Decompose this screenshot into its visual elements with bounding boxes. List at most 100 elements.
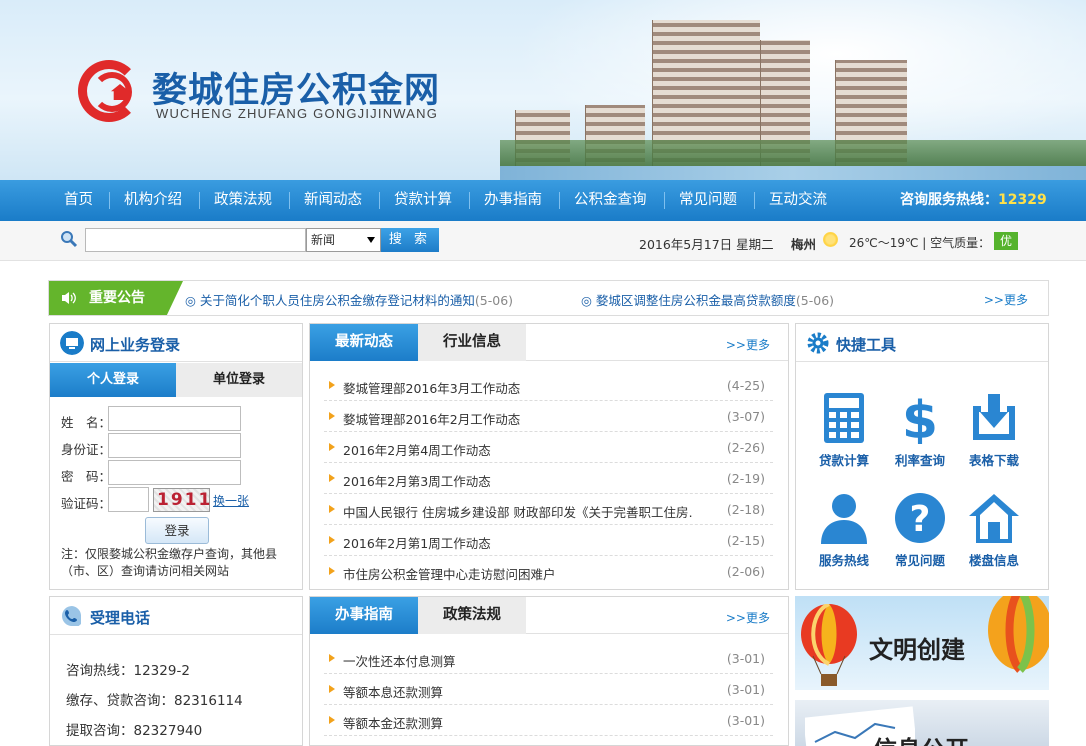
login-button[interactable]: 登录 bbox=[145, 517, 209, 544]
search-bar: 新闻 搜 索 2016年5月17日 星期二 梅州 26℃～19℃ | 空气质量：… bbox=[0, 221, 1086, 261]
nav-guide[interactable]: 办事指南 bbox=[484, 180, 542, 221]
info-disclosure-banner[interactable]: 信息公开 bbox=[795, 700, 1049, 746]
search-scope-select[interactable]: 新闻 bbox=[306, 228, 381, 252]
news-panel: 最新动态 行业信息 >>更多 婺城管理部2016年3月工作动态 (4-25) 婺城… bbox=[309, 323, 789, 590]
captcha-label: 验证码： bbox=[61, 496, 112, 511]
arrow-icon bbox=[329, 474, 335, 482]
arrow-icon bbox=[329, 505, 335, 513]
tab-unit-login[interactable]: 单位登录 bbox=[176, 363, 302, 397]
login-title: 网上业务登录 bbox=[90, 336, 181, 354]
tab-industry-info[interactable]: 行业信息 bbox=[418, 324, 526, 361]
header-banner: 婺城住房公积金网 WUCHENG ZHUFANG GONGJIJINWANG bbox=[0, 0, 1086, 180]
info-disclosure-title: 信息公开 bbox=[873, 730, 969, 746]
civilization-title: 文明创建 bbox=[869, 636, 965, 664]
guide-item[interactable]: 等额本息还款测算 (3-01) bbox=[324, 674, 773, 705]
civilization-banner[interactable]: 文明创建 bbox=[795, 596, 1049, 690]
weather-temp: 26℃～19℃ | 空气质量： bbox=[849, 236, 991, 250]
news-more-link[interactable]: >>更多 bbox=[726, 336, 770, 353]
house-icon bbox=[969, 494, 1019, 543]
name-label: 姓 名： bbox=[61, 415, 112, 430]
captcha-field[interactable] bbox=[108, 487, 149, 512]
arrow-icon bbox=[329, 381, 335, 389]
search-button[interactable]: 搜 索 bbox=[381, 228, 439, 252]
news-item[interactable]: 婺城管理部2016年2月工作动态 (3-07) bbox=[324, 401, 773, 432]
arrow-icon bbox=[329, 536, 335, 544]
guide-more-link[interactable]: >>更多 bbox=[726, 609, 770, 626]
nav-faq[interactable]: 常见问题 bbox=[679, 180, 737, 221]
login-panel: 网上业务登录 个人登录 单位登录 姓 名： 身份证： 密 码： 验证码： 191… bbox=[49, 323, 303, 590]
notice-item[interactable]: ◎ 婺城区调整住房公积金最高贷款额度(5-06) bbox=[581, 290, 834, 309]
login-tabs: 个人登录 单位登录 bbox=[50, 363, 302, 397]
password-field[interactable] bbox=[108, 460, 241, 485]
tool-faq[interactable]: ? 常见问题 bbox=[885, 492, 955, 569]
monitor-icon bbox=[60, 331, 84, 355]
guide-item[interactable]: 等额本金还款测算 (3-01) bbox=[324, 705, 773, 736]
nav-loan-calc[interactable]: 贷款计算 bbox=[394, 180, 452, 221]
guide-item[interactable]: 一次性还本付息测算 (3-01) bbox=[324, 643, 773, 674]
captcha-image[interactable]: 1911 bbox=[153, 488, 210, 512]
main-nav: 首页 机构介绍 政策法规 新闻动态 贷款计算 办事指南 公积金查询 常见问题 互… bbox=[0, 180, 1086, 221]
nav-home[interactable]: 首页 bbox=[64, 180, 93, 221]
question-icon: ? bbox=[895, 493, 945, 543]
nav-query[interactable]: 公积金查询 bbox=[574, 180, 647, 221]
guide-tabs: 办事指南 政策法规 >>更多 bbox=[310, 597, 788, 634]
phone-title: 受理电话 bbox=[90, 609, 151, 627]
user-icon bbox=[821, 494, 867, 544]
sun-icon bbox=[823, 232, 838, 247]
arrow-icon bbox=[329, 567, 335, 575]
phone-line: 缴存、贷款咨询：82316114 bbox=[66, 693, 243, 709]
password-label: 密 码： bbox=[61, 469, 112, 484]
phone-line: 咨询热线：12329-2 bbox=[66, 663, 190, 679]
tool-rate-query[interactable]: $ 利率查询 bbox=[885, 392, 955, 469]
news-item[interactable]: 市住房公积金管理中心走访慰问困难户 (2-06) bbox=[324, 556, 773, 587]
balloon-icon bbox=[801, 604, 857, 686]
tool-form-download[interactable]: 表格下载 bbox=[959, 392, 1029, 469]
arrow-icon bbox=[329, 412, 335, 420]
captcha-refresh-link[interactable]: 换一张 bbox=[213, 492, 249, 509]
tool-property-info[interactable]: 楼盘信息 bbox=[959, 492, 1029, 569]
tab-personal-login[interactable]: 个人登录 bbox=[50, 363, 176, 397]
nav-about[interactable]: 机构介绍 bbox=[124, 180, 182, 221]
download-icon bbox=[973, 394, 1015, 440]
quick-tools-title: 快捷工具 bbox=[836, 336, 897, 354]
quick-tools-panel: 快捷工具 贷款计算 $ 利率查询 表格下载 服务热线 ? 常见问题 楼盘信息 bbox=[795, 323, 1049, 590]
login-note: 注：仅限婺城公积金缴存户查询，其他县（市、区）查询请访问相关网站 bbox=[61, 547, 278, 578]
tab-guide[interactable]: 办事指南 bbox=[310, 597, 418, 634]
tab-policy[interactable]: 政策法规 bbox=[418, 597, 526, 634]
notice-more-link[interactable]: >>更多 bbox=[984, 291, 1028, 308]
arrow-icon bbox=[329, 654, 335, 662]
name-field[interactable] bbox=[108, 406, 241, 431]
arrow-icon bbox=[329, 443, 335, 451]
current-date: 2016年5月17日 星期二 bbox=[639, 237, 774, 252]
dollar-icon: $ bbox=[902, 392, 938, 444]
tab-latest-news[interactable]: 最新动态 bbox=[310, 324, 418, 361]
speaker-icon bbox=[62, 292, 76, 304]
nav-interact[interactable]: 互动交流 bbox=[769, 180, 827, 221]
news-tabs: 最新动态 行业信息 >>更多 bbox=[310, 324, 788, 361]
notice-bar: 重要公告 ◎ 关于简化个职人员住房公积金缴存登记材料的通知(5-06) ◎ 婺城… bbox=[48, 280, 1049, 316]
news-item[interactable]: 2016年2月第3周工作动态 (2-19) bbox=[324, 463, 773, 494]
svg-text:?: ? bbox=[910, 499, 931, 540]
news-item[interactable]: 中国人民银行 住房城乡建设部 财政部印发《关于完善职工住房… (2-18) bbox=[324, 494, 773, 525]
arrow-icon bbox=[329, 685, 335, 693]
tool-service-hotline[interactable]: 服务热线 bbox=[809, 492, 879, 569]
guide-panel: 办事指南 政策法规 >>更多 一次性还本付息测算 (3-01) 等额本息还款测算(… bbox=[309, 596, 789, 746]
nav-policy[interactable]: 政策法规 bbox=[214, 180, 272, 221]
id-number-field[interactable] bbox=[108, 433, 241, 458]
phone-icon bbox=[62, 606, 82, 626]
balloon-icon bbox=[988, 596, 1049, 673]
arrow-icon bbox=[329, 716, 335, 724]
news-item[interactable]: 2016年2月第1周工作动态 (2-15) bbox=[324, 525, 773, 556]
search-icon bbox=[61, 231, 78, 248]
service-hotline: 咨询服务热线：12329 bbox=[900, 192, 1047, 208]
svg-text:$: $ bbox=[902, 392, 938, 444]
notice-item[interactable]: ◎ 关于简化个职人员住房公积金缴存登记材料的通知(5-06) bbox=[185, 290, 513, 309]
search-input[interactable] bbox=[85, 228, 306, 252]
river bbox=[500, 166, 1086, 180]
news-item[interactable]: 2016年2月第4周工作动态 (2-26) bbox=[324, 432, 773, 463]
news-item[interactable]: 婺城管理部2016年3月工作动态 (4-25) bbox=[324, 370, 773, 401]
tool-loan-calc[interactable]: 贷款计算 bbox=[809, 392, 879, 469]
nav-news[interactable]: 新闻动态 bbox=[304, 180, 362, 221]
air-quality-badge: 优 bbox=[994, 232, 1018, 250]
phone-panel: 受理电话 咨询热线：12329-2 缴存、贷款咨询：82316114 提取咨询：… bbox=[49, 596, 303, 746]
